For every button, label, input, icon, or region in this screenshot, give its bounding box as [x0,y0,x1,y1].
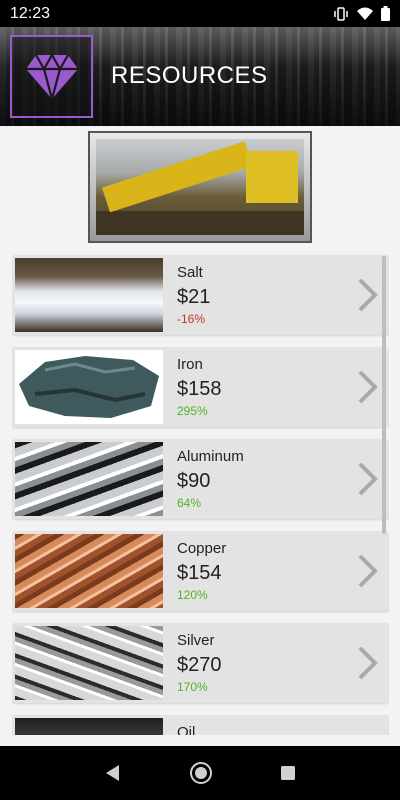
resource-row-salt[interactable]: Salt $21 -16% [12,255,389,335]
resource-price: $21 [177,286,211,308]
diamond-icon [25,52,78,102]
resource-row-silver[interactable]: Silver $270 170% [12,623,389,703]
resource-price: $270 [177,654,222,676]
copper-thumbnail [15,534,163,608]
resource-name: Silver [177,632,215,649]
silver-thumbnail [15,626,163,700]
chevron-right-icon [358,646,378,680]
resource-price: $158 [177,378,222,400]
status-icons [333,6,390,21]
resource-name: Aluminum [177,448,244,465]
status-bar: 12:23 [0,0,400,27]
app-header: RESOURCES [0,27,400,126]
resource-row-copper[interactable]: Copper $154 120% [12,531,389,611]
chevron-right-icon [358,370,378,404]
list-scrollbar[interactable] [382,256,386,534]
battery-icon [381,6,390,21]
resource-change: 120% [177,588,208,602]
resource-list: Salt $21 -16% Iron $158 295% Aluminum $9… [12,255,389,735]
resource-row-iron[interactable]: Iron $158 295% [12,347,389,427]
wifi-icon [357,7,373,20]
oil-thumbnail [15,718,163,735]
aluminum-thumbnail [15,442,163,516]
resource-name: Copper [177,540,227,557]
banner-frame [88,131,312,243]
page-title: RESOURCES [111,62,268,89]
salt-thumbnail [15,258,163,332]
resource-name: Oil [177,724,196,735]
resource-row-oil[interactable]: Oil [12,715,389,735]
home-icon[interactable] [189,761,213,785]
resource-price: $154 [177,562,222,584]
resource-price: $90 [177,470,211,492]
chevron-right-icon [358,554,378,588]
resource-change: -16% [177,312,206,326]
recents-icon[interactable] [280,765,296,781]
app-logo[interactable] [10,35,93,118]
resource-change: 295% [177,404,208,418]
iron-thumbnail [15,350,163,424]
resource-name: Salt [177,264,203,281]
resource-row-aluminum[interactable]: Aluminum $90 64% [12,439,389,519]
vibrate-icon [334,6,348,21]
resource-change: 170% [177,680,208,694]
back-icon[interactable] [104,764,122,782]
chevron-right-icon [358,462,378,496]
status-time: 12:23 [10,4,51,22]
banner-image [96,139,304,235]
chevron-right-icon [358,278,378,312]
navigation-bar [0,746,400,800]
resource-change: 64% [177,496,202,510]
resource-name: Iron [177,356,203,373]
